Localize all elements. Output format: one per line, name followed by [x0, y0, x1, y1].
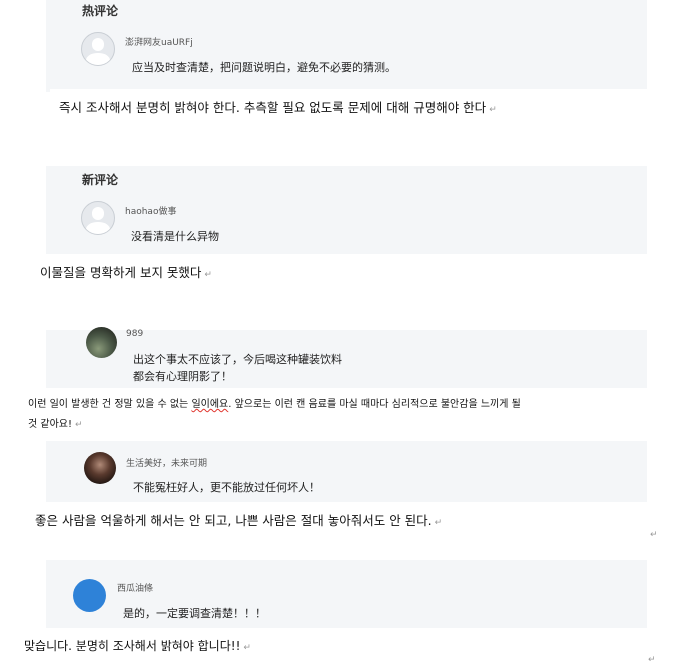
paragraph-mark-icon: ↵ — [204, 270, 212, 280]
translation-text: 좋은 사람을 억울하게 해서는 안 되고, 나쁜 사람은 절대 놓아줘서도 안 … — [35, 513, 432, 528]
comment-text: 没看清是什么异物 — [131, 230, 219, 243]
translation-paragraph: 즉시 조사해서 분명히 밝혀야 한다. 추측할 필요 없도록 문제에 대해 규명… — [50, 89, 648, 166]
translation-text: . 앞으로는 이런 캔 음료를 마실 때마다 심리적으로 불안감을 느끼게 될 — [228, 399, 521, 410]
translation-text: 것 같아요! — [28, 419, 72, 430]
paragraph-mark-icon: ↵ — [434, 518, 443, 528]
paragraph-mark-icon: ↵ — [648, 655, 656, 665]
comment-username[interactable]: 西瓜油條 — [117, 581, 153, 594]
default-avatar-icon[interactable] — [81, 32, 115, 66]
translation-text: 맞습니다. 분명히 조사해서 밝혀야 합니다!! — [24, 639, 241, 653]
comment-text: 是的，一定要调查清楚！！！ — [123, 607, 266, 620]
comment-username[interactable]: haohao做事 — [125, 204, 176, 217]
spellcheck-underlined-word[interactable]: 일이에요 — [191, 399, 228, 410]
comment-username[interactable]: 澎湃网友uaURFj — [125, 35, 193, 48]
new-comments-title: 新评论 — [82, 173, 119, 187]
photo-avatar-icon[interactable] — [84, 452, 116, 484]
paragraph-mark-icon: ↵ — [75, 420, 83, 430]
comment-text-line: 都会有心理阴影了！ — [133, 370, 232, 383]
translation-paragraph: 좋은 사람을 억울하게 해서는 안 되고, 나쁜 사람은 절대 놓아줘서도 안 … — [35, 510, 442, 529]
paragraph-mark-icon: ↵ — [650, 530, 658, 540]
paragraph-mark-icon: ↵ — [243, 643, 251, 653]
comment-username[interactable]: 989 — [126, 329, 143, 339]
default-avatar-icon[interactable] — [81, 201, 115, 235]
comment-username[interactable]: 生活美好，未来可期 — [126, 456, 207, 469]
paragraph-mark-icon: ↵ — [489, 105, 497, 115]
blue-avatar-icon[interactable] — [73, 579, 106, 612]
comment-text: 不能冤枉好人，更不能放过任何坏人！ — [133, 481, 320, 494]
translation-text: 즉시 조사해서 분명히 밝혀야 한다. 추측할 필요 없도록 문제에 대해 규명… — [59, 100, 487, 115]
translation-paragraph: 이물질을 명확하게 보지 못했다 ↵ — [40, 262, 212, 281]
translation-paragraph: 이런 일이 발생한 건 정말 있을 수 없는 일이에요. 앞으로는 이런 캔 음… — [22, 390, 642, 440]
hot-comments-title: 热评论 — [82, 4, 119, 18]
translation-text: 이물질을 명확하게 보지 못했다 — [40, 265, 202, 280]
comment-text-line: 出这个事太不应该了，今后喝这种罐装饮料 — [133, 353, 342, 366]
translation-paragraph: 맞습니다. 분명히 조사해서 밝혀야 합니다!! ↵ — [18, 628, 638, 668]
comment-text: 应当及时查清楚，把问题说明白，避免不必要的猜测。 — [132, 61, 396, 74]
landscape-avatar-icon[interactable] — [86, 327, 117, 358]
translation-text: 이런 일이 발생한 건 정말 있을 수 없는 — [28, 399, 192, 410]
